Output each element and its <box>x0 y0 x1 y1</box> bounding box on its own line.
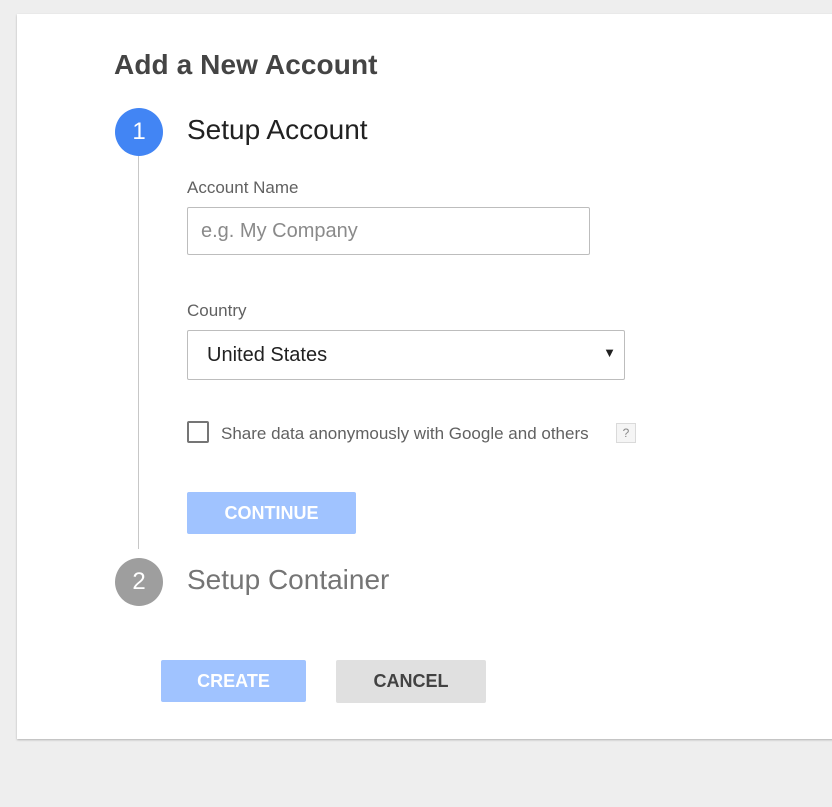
step-1-badge: 1 <box>115 108 163 156</box>
step-connector-line <box>138 156 139 549</box>
country-select[interactable]: United States ▼ <box>187 330 625 380</box>
dropdown-arrow-icon: ▼ <box>603 345 616 360</box>
step-2-title: Setup Container <box>187 564 390 595</box>
share-data-checkbox[interactable] <box>187 421 209 443</box>
country-selected-value: United States <box>207 343 328 366</box>
continue-button[interactable]: CONTINUE <box>187 492 356 534</box>
share-data-label: Share data anonymously with Google and o… <box>221 424 589 443</box>
country-label: Country <box>187 301 247 320</box>
step-1-title: Setup Account <box>187 114 368 145</box>
account-name-input[interactable] <box>187 207 590 255</box>
account-name-label: Account Name <box>187 178 299 197</box>
page-title: Add a New Account <box>114 49 378 80</box>
create-button[interactable]: CREATE <box>161 660 306 702</box>
cancel-button[interactable]: CANCEL <box>336 660 486 703</box>
help-icon[interactable]: ? <box>616 423 636 443</box>
step-2-badge: 2 <box>115 558 163 606</box>
